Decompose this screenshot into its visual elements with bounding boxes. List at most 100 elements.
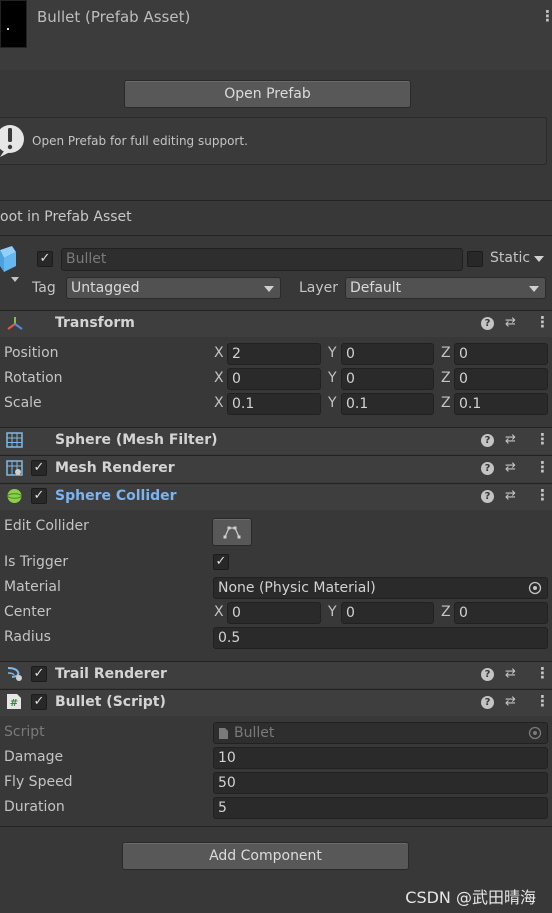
sphere-collider-enabled-checkbox[interactable]: ✓: [31, 488, 47, 504]
bullet-script-title[interactable]: Bullet (Script): [55, 694, 166, 710]
axis-z-label[interactable]: Z: [441, 370, 451, 386]
transform-title[interactable]: Transform: [55, 315, 135, 331]
help-icon[interactable]: ?: [481, 490, 494, 503]
rotation-y-field[interactable]: 0: [341, 368, 434, 390]
material-value: None (Physic Material): [218, 580, 376, 596]
center-z-field[interactable]: 0: [454, 602, 548, 624]
axis-y-label[interactable]: Y: [328, 370, 337, 386]
kebab-menu-icon[interactable]: ⋮: [535, 666, 550, 681]
fly-speed-field[interactable]: 50: [213, 772, 548, 794]
tag-label: Tag: [32, 280, 56, 296]
presets-icon[interactable]: ⇄: [505, 666, 516, 681]
script-icon: #: [7, 694, 21, 709]
rotation-x-field[interactable]: 0: [227, 368, 321, 390]
scale-y-field[interactable]: 0.1: [341, 393, 434, 415]
divider: [0, 826, 552, 827]
kebab-menu-icon[interactable]: ⋮: [540, 9, 552, 24]
gameobject-name-field[interactable]: Bullet: [61, 248, 463, 271]
divider: [0, 235, 552, 236]
position-y-field[interactable]: 0: [341, 343, 434, 365]
center-label: Center: [4, 604, 52, 620]
watermark: CSDN @武田晴海: [405, 888, 536, 907]
trail-renderer-enabled-checkbox[interactable]: ✓: [31, 666, 47, 682]
static-checkbox[interactable]: [467, 251, 483, 267]
prefab-thumbnail: [0, 0, 27, 48]
layer-value: Default: [350, 280, 402, 296]
layer-label: Layer: [299, 280, 339, 296]
edit-collider-icon: [223, 526, 241, 539]
position-z-field[interactable]: 0: [454, 343, 548, 365]
warning-icon: [0, 125, 24, 157]
kebab-menu-icon[interactable]: ⋮: [535, 460, 550, 475]
help-icon[interactable]: ?: [481, 317, 494, 330]
static-label[interactable]: Static: [490, 250, 530, 266]
help-text: Open Prefab for full editing support.: [32, 134, 248, 148]
edit-collider-label: Edit Collider: [4, 518, 89, 534]
material-object-field[interactable]: None (Physic Material): [213, 577, 548, 599]
scale-x-field[interactable]: 0.1: [227, 393, 321, 415]
is-trigger-label: Is Trigger: [4, 554, 69, 570]
center-x-field[interactable]: 0: [227, 602, 321, 624]
axis-y-label[interactable]: Y: [328, 604, 337, 620]
axis-x-label[interactable]: X: [214, 345, 224, 361]
object-picker-icon[interactable]: [528, 581, 542, 595]
presets-icon[interactable]: ⇄: [505, 315, 516, 330]
presets-icon[interactable]: ⇄: [505, 460, 516, 475]
axis-x-label[interactable]: X: [214, 370, 224, 386]
presets-icon[interactable]: ⇄: [505, 694, 516, 709]
axis-y-label[interactable]: Y: [328, 395, 337, 411]
active-checkbox[interactable]: ✓: [37, 251, 53, 267]
duration-field[interactable]: 5: [213, 797, 548, 819]
axis-z-label[interactable]: Z: [441, 604, 451, 620]
help-icon[interactable]: ?: [481, 434, 494, 447]
help-icon[interactable]: ?: [481, 696, 494, 709]
axis-x-label[interactable]: X: [214, 395, 224, 411]
is-trigger-checkbox[interactable]: ✓: [213, 554, 229, 570]
edit-collider-button[interactable]: [212, 518, 252, 546]
help-icon[interactable]: ?: [481, 668, 494, 681]
rotation-z-field[interactable]: 0: [454, 368, 548, 390]
presets-icon[interactable]: ⇄: [505, 432, 516, 447]
chevron-down-icon: [264, 286, 274, 292]
svg-text:#: #: [10, 698, 18, 709]
bullet-script-enabled-checkbox[interactable]: ✓: [31, 694, 47, 710]
asset-title: Bullet (Prefab Asset): [37, 8, 191, 26]
kebab-menu-icon[interactable]: ⋮: [535, 488, 550, 503]
mesh-renderer-enabled-checkbox[interactable]: ✓: [31, 460, 47, 476]
fly-speed-label: Fly Speed: [4, 774, 73, 790]
kebab-menu-icon[interactable]: ⋮: [535, 432, 550, 447]
layer-dropdown[interactable]: Default: [345, 277, 546, 299]
open-prefab-button[interactable]: Open Prefab: [124, 80, 411, 108]
script-label: Script: [4, 724, 45, 740]
axis-z-label[interactable]: Z: [441, 395, 451, 411]
mesh-filter-title[interactable]: Sphere (Mesh Filter): [55, 432, 218, 448]
static-dropdown-icon[interactable]: [534, 256, 544, 262]
mesh-filter-icon: [6, 432, 23, 448]
axis-y-label[interactable]: Y: [328, 345, 337, 361]
sphere-collider-title[interactable]: Sphere Collider: [55, 488, 177, 504]
mesh-renderer-title[interactable]: Mesh Renderer: [55, 460, 175, 476]
object-picker-icon: [528, 726, 542, 740]
position-x-field[interactable]: 2: [227, 343, 321, 365]
mesh-renderer-icon: [6, 460, 23, 476]
kebab-menu-icon[interactable]: ⋮: [535, 694, 550, 709]
radius-field[interactable]: 0.5: [213, 627, 548, 649]
damage-label: Damage: [4, 749, 64, 765]
presets-icon[interactable]: ⇄: [505, 488, 516, 503]
kebab-menu-icon[interactable]: ⋮: [535, 315, 550, 330]
axis-z-label[interactable]: Z: [441, 345, 451, 361]
scale-z-field[interactable]: 0.1: [454, 393, 548, 415]
tag-dropdown[interactable]: Untagged: [66, 277, 281, 299]
material-label: Material: [4, 579, 61, 595]
trail-renderer-title[interactable]: Trail Renderer: [55, 666, 167, 682]
tag-value: Untagged: [71, 280, 140, 296]
radius-label: Radius: [4, 629, 51, 645]
help-icon[interactable]: ?: [481, 462, 494, 475]
axis-x-label[interactable]: X: [214, 604, 224, 620]
center-y-field[interactable]: 0: [341, 602, 434, 624]
divider: [0, 200, 552, 201]
damage-field[interactable]: 10: [213, 747, 548, 769]
root-in-prefab-label: oot in Prefab Asset: [0, 209, 132, 225]
rotation-label: Rotation: [4, 370, 63, 386]
add-component-button[interactable]: Add Component: [122, 842, 409, 870]
